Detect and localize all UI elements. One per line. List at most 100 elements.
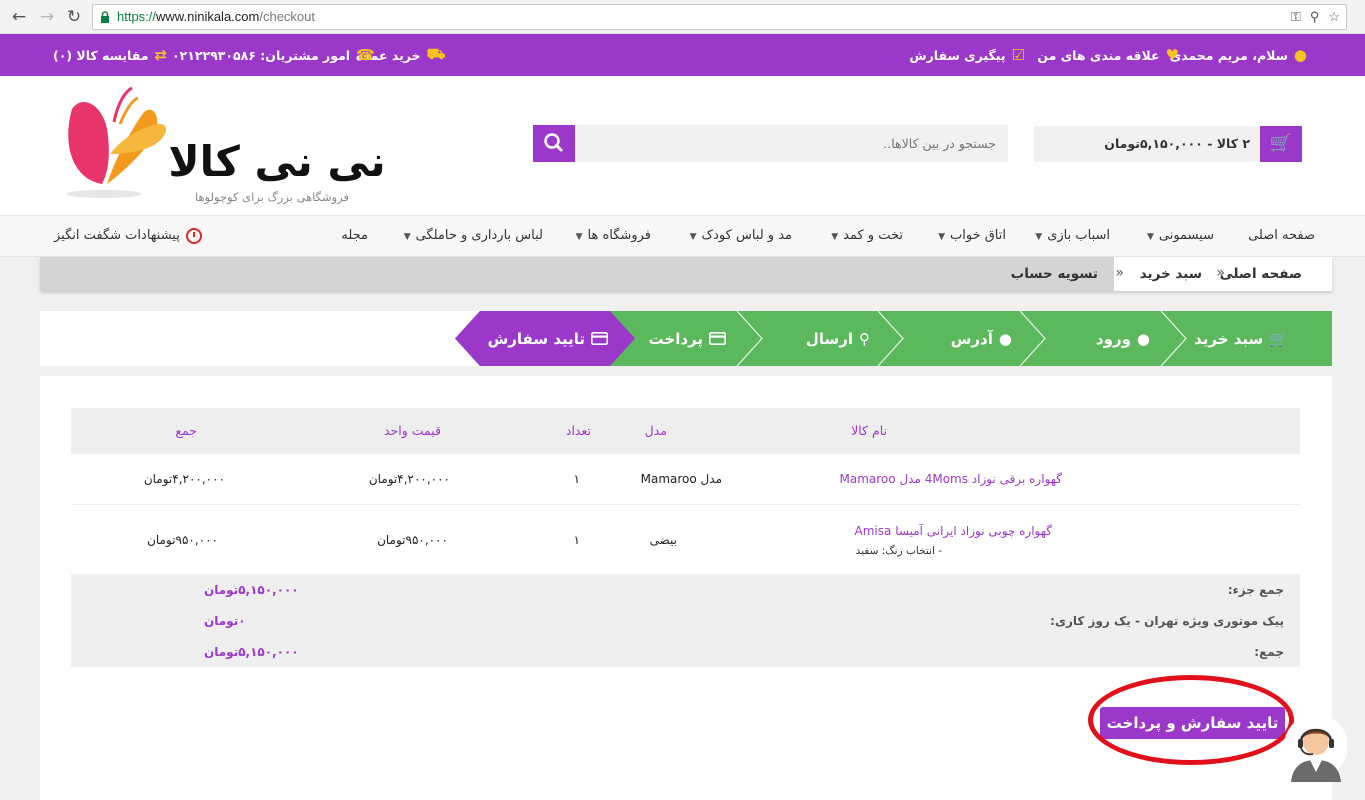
credit-card-icon [709, 332, 726, 345]
header-unit-price: قیمت واحد [383, 423, 441, 438]
browser-toolbar: ← → ↻ https://www.ninikala.com/checkout … [0, 0, 1365, 34]
step-address-label: آدرس [950, 329, 993, 348]
nav-bed-closet-label: تخت و کمد [843, 228, 903, 243]
grand-total-value: ۵,۱۵۰,۰۰۰تومان [204, 645, 299, 659]
step-payment[interactable]: پرداخت [649, 311, 727, 366]
nav-home[interactable]: صفحه اصلی [1248, 216, 1315, 256]
nav-special-offers[interactable]: پیشنهادات شگفت انگیز [54, 216, 202, 256]
search-button[interactable] [533, 125, 575, 162]
product-option: - انتخاب رنگ: سفید [855, 545, 942, 557]
credit-card-icon [591, 332, 608, 345]
step-shipping[interactable]: ⚲ ارسال [806, 311, 870, 366]
order-totals: جمع جزء: ۵,۱۵۰,۰۰۰تومان پیک موتوری ویژه … [71, 575, 1300, 667]
step-confirm-label: تایید سفارش [487, 329, 585, 348]
caret-down-icon: ▼ [1035, 232, 1043, 242]
nav-maternity-label: لباس بارداری و حاملگی [415, 228, 543, 243]
refresh-arrows-icon: ⇄ [154, 46, 168, 64]
caret-down-icon: ▼ [938, 232, 945, 242]
address-bar[interactable]: https://www.ninikala.com/checkout ⚿ ⚲ ☆ [92, 4, 1347, 30]
shipping-value: ۰تومان [204, 614, 246, 628]
nav-sismoni[interactable]: سیسمونی ▼ [1147, 216, 1214, 256]
site-logo[interactable]: نی نی کالا فروشگاهی بزرگ برای کوچولوها [62, 84, 402, 206]
product-unit-price: ۹۵۰,۰۰۰تومان [377, 533, 448, 547]
butterfly-logo-icon: نی نی کالا فروشگاهی بزرگ برای کوچولوها [66, 86, 386, 205]
step-login[interactable]: ● ورود [1096, 311, 1150, 366]
header-qty: تعداد [565, 423, 591, 438]
table-row: گهواره برقی نوزاد 4Moms مدل Mamaroo مدل … [71, 454, 1300, 505]
product-name-link[interactable]: گهواره چوبی نوزاد ایرانی آمیسا Amisa [855, 524, 1052, 538]
subtotal-value: ۵,۱۵۰,۰۰۰تومان [204, 583, 299, 597]
forward-arrow-icon[interactable]: → [36, 6, 58, 28]
grand-total-label: جمع: [1254, 645, 1284, 659]
url-host: www.ninikala.com [156, 9, 260, 24]
reload-icon[interactable]: ↻ [63, 6, 85, 28]
confirm-and-pay-button[interactable]: تایید سفارش و پرداخت [1100, 707, 1285, 739]
nav-toys[interactable]: اسباب بازی ▼ [1035, 216, 1110, 256]
support-phone-text: امور مشتریان: ۰۲۱۲۲۹۳۰۵۸۶ [172, 47, 351, 63]
step-confirm[interactable]: تایید سفارش [488, 311, 608, 366]
nav-stores[interactable]: فروشگاه ها ▼ [576, 216, 651, 256]
nav-magazine-label: مجله [341, 228, 368, 243]
breadcrumb-current: تسویه حساب [1010, 266, 1098, 282]
key-icon[interactable]: ⚿ [1291, 5, 1301, 29]
product-qty: ۱ [573, 533, 580, 547]
shipping-label: پیک موتوری ویژه تهران - یک روز کاری: [1050, 614, 1284, 628]
search-input[interactable] [588, 125, 1008, 162]
nav-maternity[interactable]: لباس بارداری و حاملگی ▼ [404, 216, 543, 256]
user-greeting[interactable]: ● سلام، مریم محمدی [1170, 34, 1307, 76]
bookmark-star-icon[interactable]: ☆ [1328, 5, 1340, 29]
compare-link[interactable]: ⇄ مقایسه کالا (۰) [53, 34, 167, 76]
product-total: ۴,۲۰۰,۰۰۰تومان [143, 472, 225, 486]
breadcrumb: صفحه اصلی » سبد خرید » تسویه حساب [40, 257, 1332, 291]
phone-icon: ☎ [356, 46, 375, 64]
nav-fashion[interactable]: مد و لباس کودک ▼ [690, 216, 792, 256]
cart-summary[interactable]: 🛒 ۲ کالا - ۵,۱۵۰,۰۰۰تومان [1034, 126, 1302, 162]
step-login-label: ورود [1095, 329, 1131, 348]
url-path: /checkout [259, 9, 316, 24]
url-text: https://www.ninikala.com/checkout [117, 5, 315, 29]
track-order-text: پیگیری سفارش [909, 47, 1006, 63]
support-phone[interactable]: ☎ امور مشتریان: ۰۲۱۲۲۹۳۰۵۸۶ [172, 34, 375, 76]
product-name-link[interactable]: گهواره برقی نوزاد 4Moms مدل Mamaroo [840, 472, 1062, 486]
cart-summary-text: ۲ کالا - ۵,۱۵۰,۰۰۰تومان [1104, 136, 1250, 151]
logo-name-text: نی نی کالا [168, 137, 385, 186]
step-address[interactable]: ● آدرس [951, 311, 1012, 366]
back-arrow-icon[interactable]: ← [8, 6, 30, 28]
breadcrumb-cart[interactable]: سبد خرید [1140, 257, 1202, 291]
table-header: نام کالا مدل تعداد قیمت واحد جمع [71, 408, 1300, 454]
breadcrumb-home[interactable]: صفحه اصلی [1220, 257, 1302, 291]
caret-down-icon: ▼ [1146, 232, 1154, 242]
greeting-text: سلام، مریم محمدی [1169, 47, 1288, 63]
nav-magazine[interactable]: مجله [341, 216, 368, 256]
zoom-icon[interactable]: ⚲ [1310, 5, 1320, 29]
nav-sismoni-label: سیسمونی [1158, 228, 1214, 243]
track-order-link[interactable]: ☑ پیگیری سفارش [909, 34, 1025, 76]
lock-icon [101, 11, 109, 23]
site-header: 🛒 ۲ کالا - ۵,۱۵۰,۰۰۰تومان نی نی کالا فرو… [0, 76, 1365, 215]
wishlist-link[interactable]: ♥ علاقه مندی های من [1037, 34, 1179, 76]
breadcrumb-separator: » [1115, 265, 1124, 281]
caret-down-icon: ▼ [831, 232, 839, 242]
breadcrumb-separator: » [1216, 265, 1225, 281]
header-model: مدل [644, 423, 667, 438]
wishlist-text: علاقه مندی های من [1037, 47, 1160, 63]
compare-text: مقایسه کالا (۰) [53, 47, 149, 63]
product-unit-price: ۴,۲۰۰,۰۰۰تومان [368, 472, 450, 486]
user-icon: ● [1136, 329, 1150, 348]
cart-icon: 🛒 [1269, 329, 1288, 348]
nav-home-label: صفحه اصلی [1248, 228, 1315, 243]
nav-bedroom[interactable]: اتاق خواب ▼ [938, 216, 1006, 256]
map-marker-icon: ⚲ [859, 329, 870, 348]
product-model: بیضی [649, 533, 677, 547]
nav-bed-closet[interactable]: تخت و کمد ▼ [831, 216, 903, 256]
step-cart[interactable]: 🛒 سبد خرید [1194, 311, 1288, 366]
truck-icon: ⛟ [426, 45, 446, 63]
checkout-steps: 🛒 سبد خرید ● ورود ● آدرس ⚲ ارسال پرداخت … [40, 311, 1332, 366]
support-agent-icon [1284, 714, 1348, 782]
top-bar: ● سلام، مریم محمدی ♥ علاقه مندی های من ☑… [0, 34, 1365, 76]
search-box [533, 125, 1008, 162]
step-payment-label: پرداخت [648, 329, 704, 348]
search-icon [544, 133, 563, 152]
cart-icon: 🛒 [1260, 126, 1302, 162]
support-chat-widget[interactable] [1281, 710, 1348, 782]
